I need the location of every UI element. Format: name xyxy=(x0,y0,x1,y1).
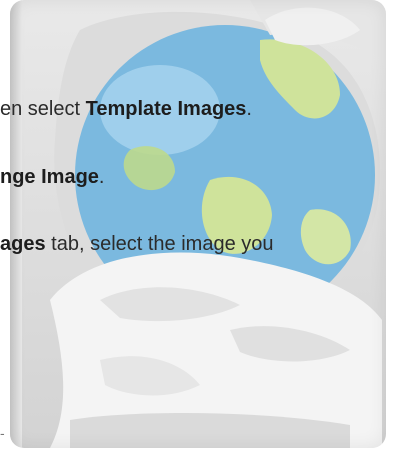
step-1-bold: Template Images xyxy=(85,98,247,120)
step-images-tab: ages tab, select the image you xyxy=(0,231,274,257)
step-1-prefix: en select xyxy=(0,98,86,120)
step-3-bold: ages xyxy=(0,233,46,255)
step-select-template-images: en select Template Images. xyxy=(0,96,252,122)
step-2-bold: nge Image xyxy=(0,166,99,188)
step-3-suffix: tab, select the image you xyxy=(45,233,274,255)
step-1-suffix: . xyxy=(246,98,252,120)
instruction-text: en select Template Images. nge Image. ag… xyxy=(0,0,376,448)
trailing-mark: - xyxy=(0,425,5,441)
step-2-suffix: . xyxy=(98,166,105,188)
step-change-image: nge Image. xyxy=(0,164,104,190)
